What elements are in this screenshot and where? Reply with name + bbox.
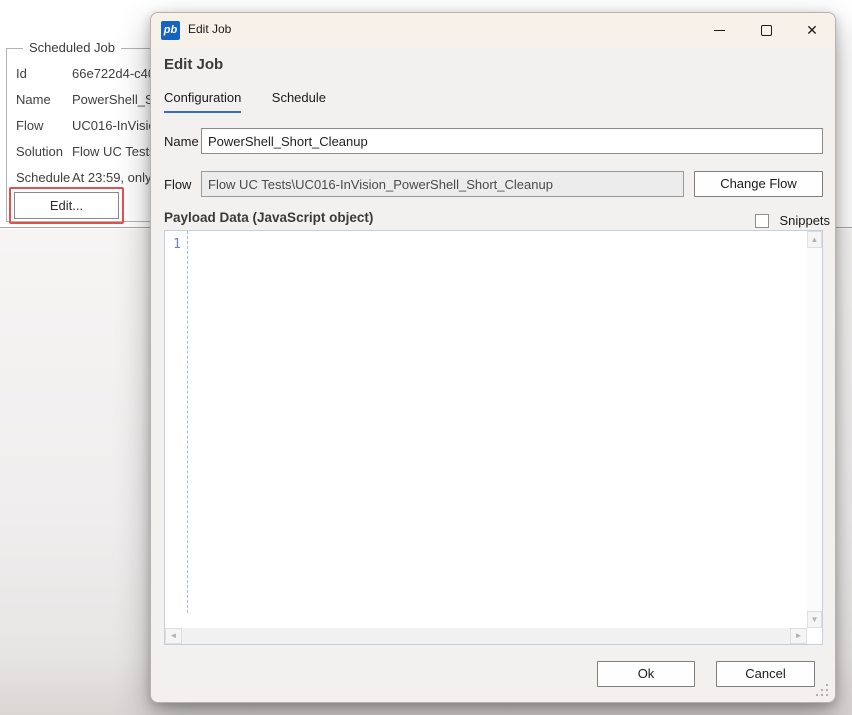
flow-label: Flow — [16, 118, 43, 133]
id-label: Id — [16, 66, 27, 81]
scroll-right-icon: ► — [791, 629, 806, 643]
line-number: 1 — [173, 237, 181, 252]
edit-button[interactable]: Edit... — [14, 192, 119, 219]
schedule-label: Schedule — [16, 170, 70, 185]
app-icon: pb — [161, 21, 180, 40]
line-number-gutter: 1 — [165, 231, 188, 613]
tab-configuration[interactable]: Configuration — [164, 90, 241, 113]
scroll-left-button[interactable]: ◄ — [165, 628, 182, 644]
dialog-titlebar[interactable]: pb Edit Job ✕ — [151, 13, 835, 47]
name-field-label: Name — [164, 134, 199, 149]
scrollbar-corner — [807, 628, 822, 644]
scroll-right-button[interactable]: ► — [790, 628, 807, 644]
scroll-left-icon: ◄ — [166, 629, 181, 643]
maximize-button[interactable] — [744, 13, 788, 47]
scroll-down-button[interactable]: ▼ — [807, 611, 822, 628]
dialog-heading: Edit Job — [164, 56, 223, 73]
maximize-icon — [761, 25, 772, 36]
flow-input — [201, 171, 684, 197]
horizontal-scrollbar[interactable]: ◄ ► — [165, 628, 807, 644]
tab-schedule[interactable]: Schedule — [272, 90, 326, 111]
ok-button[interactable]: Ok — [597, 661, 695, 687]
cancel-button[interactable]: Cancel — [716, 661, 815, 687]
snippets-control: Snippets — [755, 212, 830, 228]
minimize-icon — [714, 30, 725, 31]
minimize-button[interactable] — [697, 13, 741, 47]
payload-data-label: Payload Data (JavaScript object) — [164, 210, 373, 225]
flow-field-label: Flow — [164, 177, 191, 192]
close-icon: ✕ — [806, 22, 818, 38]
name-input[interactable] — [201, 128, 823, 154]
name-label: Name — [16, 92, 51, 107]
snippets-checkbox[interactable] — [755, 214, 769, 228]
scheduled-job-group-title: Scheduled Job — [23, 40, 121, 55]
snippets-label: Snippets — [779, 213, 830, 228]
scroll-up-button[interactable]: ▲ — [807, 231, 822, 248]
tab-bar: Configuration Schedule — [164, 89, 352, 119]
solution-value: Flow UC Tests — [72, 144, 156, 159]
scroll-down-icon: ▼ — [808, 612, 821, 628]
id-value: 66e722d4-c404 — [72, 66, 162, 81]
edit-job-dialog: pb Edit Job ✕ Edit Job Configuration Sch… — [150, 12, 836, 703]
close-button[interactable]: ✕ — [790, 13, 834, 47]
scroll-up-icon: ▲ — [808, 232, 821, 248]
screen: Scheduled Job Id 66e722d4-c404 Name Powe… — [0, 0, 852, 715]
vertical-scrollbar[interactable]: ▲ ▼ — [807, 231, 822, 628]
solution-label: Solution — [16, 144, 63, 159]
dialog-title: Edit Job — [188, 22, 231, 36]
change-flow-button[interactable]: Change Flow — [694, 171, 823, 197]
payload-code-editor[interactable]: 1 ▲ ▼ ◄ ► — [164, 230, 823, 645]
schedule-value: At 23:59, only o — [72, 170, 162, 185]
resize-grip[interactable] — [816, 684, 829, 697]
